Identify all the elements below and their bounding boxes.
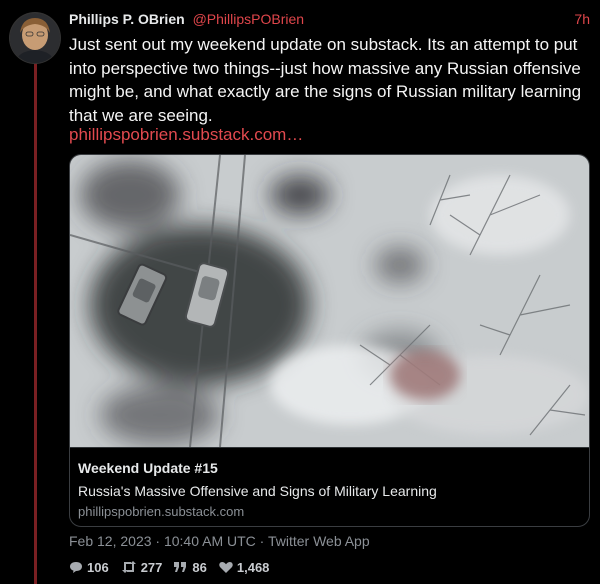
thread-line (34, 62, 37, 584)
retweet-button[interactable]: 277 (121, 559, 163, 575)
card-image[interactable] (70, 155, 589, 447)
tweet-actions: 106 277 86 1,468 (69, 558, 281, 576)
card-text-area[interactable]: Weekend Update #15 Russia's Massive Offe… (70, 447, 589, 526)
tweet-link[interactable]: phillipspobrien.substack.com… (69, 125, 303, 145)
retweet-icon (121, 561, 137, 573)
like-button[interactable]: 1,468 (219, 559, 270, 575)
tweet-time[interactable]: 7h (574, 11, 590, 27)
author-name[interactable]: Phillips P. OBrien (69, 11, 185, 27)
tweet-header: Phillips P. OBrien @PhillipsPOBrien 7h (69, 11, 590, 31)
tweet-timestamp[interactable]: Feb 12, 2023 · 10:40 AM UTC · Twitter We… (69, 533, 370, 549)
avatar[interactable] (10, 13, 60, 63)
retweet-count: 277 (140, 559, 163, 575)
quote-button[interactable]: 86 (174, 559, 207, 575)
heart-icon (219, 561, 233, 573)
card-description: Russia's Massive Offensive and Signs of … (78, 483, 437, 499)
card-title: Weekend Update #15 (78, 460, 218, 476)
comment-icon (69, 561, 83, 574)
author-handle[interactable]: @PhillipsPOBrien (193, 11, 304, 27)
reply-count: 106 (87, 559, 109, 575)
like-count: 1,468 (236, 559, 270, 575)
tweet-text: Just sent out my weekend update on subst… (69, 35, 582, 125)
link-card[interactable]: Weekend Update #15 Russia's Massive Offe… (69, 154, 590, 527)
quote-icon (174, 561, 188, 573)
quote-count: 86 (192, 559, 207, 575)
reply-button[interactable]: 106 (69, 560, 109, 575)
card-domain: phillipspobrien.substack.com (78, 504, 245, 519)
